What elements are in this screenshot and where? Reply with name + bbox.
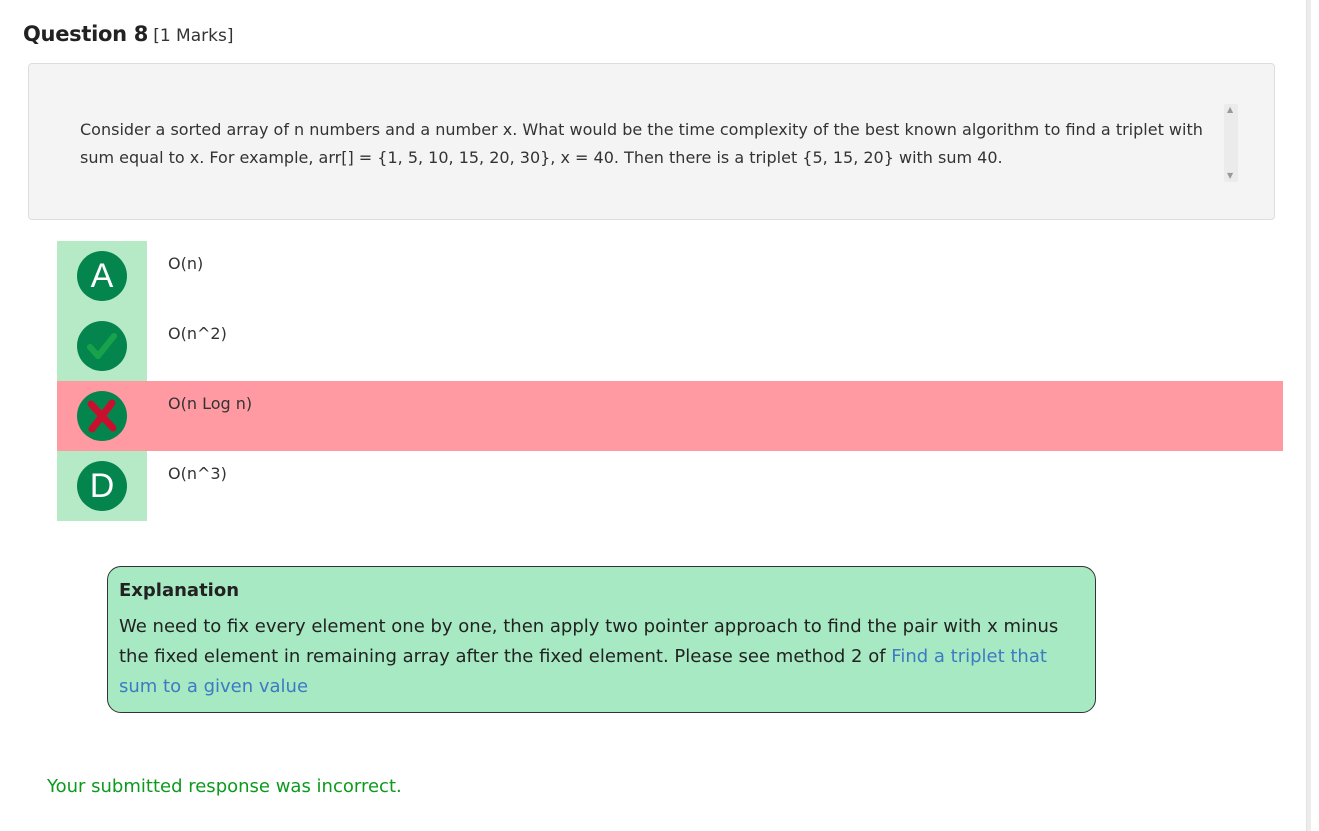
explanation-body: We need to fix every element one by one,… [119, 612, 1079, 702]
option-letter-d: D [77, 461, 127, 511]
option-c[interactable]: O(n Log n) [57, 381, 1283, 451]
question-marks: [1 Marks] [153, 26, 234, 46]
question-header: Question 8 [1 Marks] [23, 20, 233, 50]
checkmark-icon [77, 321, 127, 371]
option-letter-a: A [77, 251, 127, 301]
result-message: Your submitted response was incorrect. [47, 776, 402, 797]
scroll-up-arrow-icon[interactable]: ▲ [1227, 106, 1233, 114]
option-text: O(n Log n) [168, 394, 253, 413]
page-scrollbar-track[interactable] [1306, 0, 1311, 831]
question-title: Question 8 [23, 22, 149, 46]
question-scrollbar[interactable]: ▲ ▼ [1224, 104, 1238, 182]
option-d[interactable]: D O(n^3) [57, 451, 1283, 521]
question-box: Consider a sorted array of n numbers and… [28, 63, 1275, 220]
option-text: O(n) [168, 254, 204, 273]
option-text: O(n^2) [168, 324, 227, 343]
explanation-title: Explanation [119, 580, 240, 601]
scroll-down-arrow-icon[interactable]: ▼ [1227, 172, 1233, 180]
option-b[interactable]: O(n^2) [57, 311, 1283, 381]
cross-icon [77, 391, 127, 441]
option-a[interactable]: A O(n) [57, 241, 1283, 311]
option-text: O(n^3) [168, 464, 227, 483]
explanation-box: Explanation We need to fix every element… [107, 566, 1096, 713]
question-text: Consider a sorted array of n numbers and… [80, 120, 1203, 167]
